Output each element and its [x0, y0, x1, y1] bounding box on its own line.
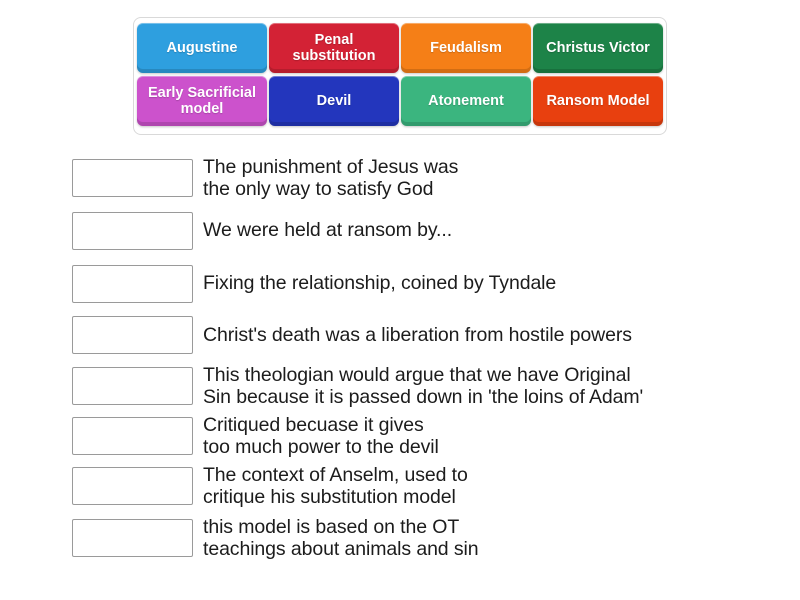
prompt-text-4: Christ's death was a liberation from hos… [203, 323, 632, 346]
tile-augustine-label: Augustine [166, 39, 238, 56]
tile-ransom-model-label: Ransom Model [546, 92, 650, 109]
match-row: this model is based on the OT teachings … [0, 512, 800, 564]
prompt-text-6: Critiqued becuase it gives too much powe… [203, 413, 439, 458]
tile-devil-label: Devil [316, 92, 352, 109]
prompt-text-2: We were held at ransom by... [203, 219, 453, 242]
tile-grid: Augustine Penal substitution Feudalism C… [137, 23, 663, 126]
prompt-text-3: Fixing the relationship, coined by Tynda… [203, 272, 557, 295]
drop-zone-2[interactable] [72, 211, 193, 250]
tile-atonement[interactable]: Atonement [401, 76, 531, 126]
tile-augustine[interactable]: Augustine [137, 23, 267, 73]
tile-devil[interactable]: Devil [269, 76, 399, 126]
match-row: The context of Anselm, used to critique … [0, 460, 800, 512]
drop-zone-4[interactable] [72, 316, 193, 354]
tile-early-sacrificial-model-label: Early Sacrificial model [147, 84, 256, 117]
prompt-text-5: This theologian would argue that we have… [203, 363, 644, 408]
tile-atonement-label: Atonement [428, 92, 504, 109]
answer-rows: The punishment of Jesus was the only way… [0, 152, 800, 564]
tile-penal-substitution-label: Penal substitution [292, 31, 376, 64]
match-row: The punishment of Jesus was the only way… [0, 152, 800, 204]
drop-zone-3[interactable] [72, 264, 193, 303]
tile-feudalism[interactable]: Feudalism [401, 23, 531, 73]
tile-penal-substitution[interactable]: Penal substitution [269, 23, 399, 73]
tile-christus-victor-label: Christus Victor [546, 39, 650, 56]
tile-ransom-model[interactable]: Ransom Model [533, 76, 663, 126]
tile-feudalism-label: Feudalism [430, 39, 502, 56]
prompt-text-8: this model is based on the OT teachings … [203, 515, 479, 560]
match-row: Critiqued becuase it gives too much powe… [0, 412, 800, 460]
tile-early-sacrificial-model[interactable]: Early Sacrificial model [137, 76, 267, 126]
match-row: This theologian would argue that we have… [0, 360, 800, 412]
prompt-text-7: The context of Anselm, used to critique … [203, 463, 468, 508]
drop-zone-6[interactable] [72, 417, 193, 455]
prompt-text-1: The punishment of Jesus was the only way… [203, 155, 459, 200]
match-row: Christ's death was a liberation from hos… [0, 310, 800, 360]
match-row: We were held at ransom by... [0, 204, 800, 257]
drop-zone-5[interactable] [72, 367, 193, 405]
drop-zone-8[interactable] [72, 519, 193, 557]
drop-zone-7[interactable] [72, 467, 193, 505]
draggable-tile-tray: Augustine Penal substitution Feudalism C… [133, 17, 667, 135]
drop-zone-1[interactable] [72, 159, 193, 197]
tile-christus-victor[interactable]: Christus Victor [533, 23, 663, 73]
match-row: Fixing the relationship, coined by Tynda… [0, 257, 800, 310]
